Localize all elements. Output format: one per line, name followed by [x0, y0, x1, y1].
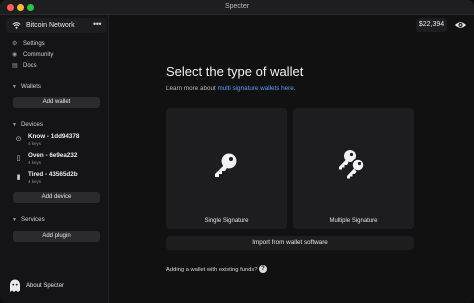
import-wallet-button[interactable]: Import from wallet software [166, 236, 414, 250]
window-title: Specter [224, 3, 250, 10]
sidebar-item-community[interactable]: ◉ Community [12, 51, 53, 58]
sidebar-item-label: Community [23, 52, 54, 58]
specter-logo-icon [10, 279, 20, 292]
single-signature-option[interactable]: Single Signature [166, 108, 287, 229]
device-icon: ⊙ [15, 136, 22, 143]
multiple-signature-option[interactable]: Multiple Signature [293, 108, 414, 229]
section-label: Services [20, 216, 45, 223]
section-label: Devices [20, 121, 43, 128]
page-title: Select the type of wallet [166, 64, 304, 79]
chevron-down-icon: ▼ [12, 84, 17, 90]
title-bar: Specter [0, 0, 474, 15]
add-wallet-button[interactable]: Add wallet [13, 97, 100, 108]
add-device-button[interactable]: Add device [13, 192, 100, 203]
help-icon[interactable]: ? [259, 265, 267, 273]
docs-icon: ▤ [12, 63, 18, 69]
network-selector[interactable]: Bitcoin Network ••• [6, 18, 107, 33]
device-item[interactable]: ⊙ Know - 1dd94378 4 keys [14, 133, 108, 148]
single-signature-label: Single Signature [204, 218, 249, 224]
sidebar-item-label: Docs [23, 63, 37, 69]
eye-icon[interactable] [454, 20, 467, 30]
device-keys: 4 keys [28, 141, 42, 146]
section-devices-header[interactable]: ▼ Devices [12, 121, 43, 128]
page-subtitle: Learn more about multi signature wallets… [166, 85, 296, 92]
community-icon: ◉ [12, 52, 18, 58]
chevron-down-icon: ▼ [12, 122, 17, 128]
multiple-keys-icon [339, 150, 365, 179]
balance-display[interactable]: $22,394 [416, 18, 447, 32]
app-window: Specter Bitcoin Network ••• ⚙ Settings ◉ C… [0, 0, 474, 303]
sidebar-item-settings[interactable]: ⚙ Settings [12, 40, 45, 47]
sidebar-item-label: Settings [23, 41, 45, 47]
add-plugin-button[interactable]: Add plugin [13, 231, 100, 242]
sidebar: Bitcoin Network ••• ⚙ Settings ◉ Community… [0, 15, 109, 303]
more-options-icon[interactable]: ••• [93, 19, 101, 29]
device-icon: ▯ [16, 155, 21, 162]
device-item[interactable]: ▮ Tired - 43565d2b 4 keys [14, 171, 108, 186]
device-name: Oven - 6e9ea232 [28, 152, 78, 159]
chevron-down-icon: ▼ [12, 217, 17, 223]
single-key-icon [215, 153, 237, 177]
existing-funds-text: Adding a wallet with existing funds? [166, 267, 258, 273]
gear-icon: ⚙ [12, 41, 18, 47]
section-services-header[interactable]: ▼ Services [12, 216, 45, 223]
device-name: Tired - 43565d2b [28, 171, 78, 178]
multiple-signature-label: Multiple Signature [329, 218, 378, 224]
device-item[interactable]: ▯ Oven - 6e9ea232 4 keys [14, 152, 108, 167]
about-specter-link[interactable]: About Specter [9, 279, 99, 293]
device-keys: 4 keys [28, 179, 42, 184]
multisig-docs-link[interactable]: multi signature wallets here [217, 85, 293, 92]
wifi-icon [12, 22, 21, 29]
section-label: Wallets [20, 83, 42, 90]
subtitle-suffix: . [293, 85, 296, 92]
network-label: Bitcoin Network [26, 21, 75, 29]
device-icon: ▮ [16, 174, 21, 181]
sidebar-item-docs[interactable]: ▤ Docs [12, 62, 37, 69]
device-name: Know - 1dd94378 [28, 133, 80, 140]
subtitle-text: Learn more about [166, 85, 218, 92]
section-wallets-header[interactable]: ▼ Wallets [12, 83, 41, 90]
device-keys: 4 keys [28, 160, 42, 165]
about-label: About Specter [26, 283, 65, 289]
